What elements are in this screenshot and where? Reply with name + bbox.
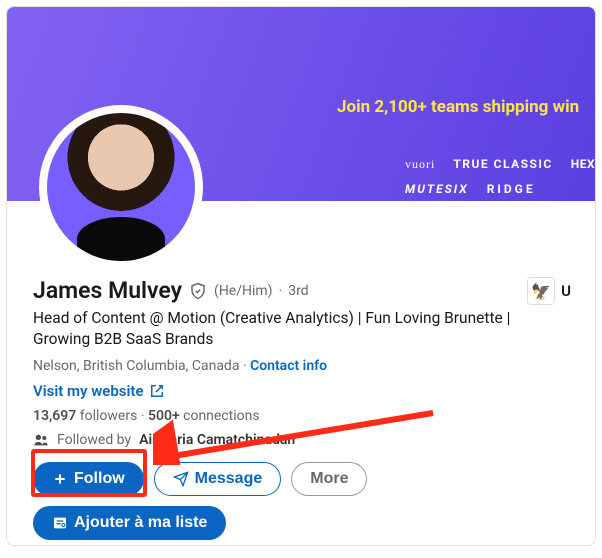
profile-card: Join 2,100+ teams shipping win vuori TRU… <box>6 6 596 546</box>
brand-true-classic: TRUE CLASSIC <box>453 157 552 172</box>
website-row[interactable]: Visit my website <box>33 382 569 400</box>
followed-by-name[interactable]: Aiswaria Camatchinadan <box>139 432 295 448</box>
stats-row: 13,697 followers · 500+ connections <box>33 408 569 424</box>
people-icon <box>33 432 49 448</box>
connections-count[interactable]: 500+ <box>148 408 180 424</box>
verified-shield-icon[interactable] <box>188 281 208 301</box>
banner-headline: Join 2,100+ teams shipping win <box>337 97 595 117</box>
company-logo-icon: 🦅 <box>527 277 555 305</box>
add-to-list-label: Ajouter à ma liste <box>74 514 207 532</box>
message-button[interactable]: Message <box>154 462 282 496</box>
separator-dot: · <box>243 358 250 374</box>
list-add-icon <box>52 515 68 531</box>
location-text: Nelson, British Columbia, Canada <box>33 358 239 374</box>
connection-degree: 3rd <box>288 283 308 299</box>
brand-ridge: RIDGE <box>487 182 536 196</box>
current-company[interactable]: 🦅 U <box>527 277 571 305</box>
follow-button-label: Follow <box>74 470 125 488</box>
message-button-label: Message <box>195 470 263 488</box>
brand-vuori: vuori <box>405 157 435 172</box>
external-link-icon <box>150 384 164 398</box>
primary-actions-row: Follow Message More <box>33 462 569 496</box>
secondary-actions-row: Ajouter à ma liste <box>33 506 569 540</box>
followers-label[interactable]: followers <box>80 408 138 424</box>
name-row: James Mulvey (He/Him) · 3rd <box>33 277 569 304</box>
separator-dot: · <box>279 283 283 299</box>
pronouns: (He/Him) <box>214 283 273 299</box>
add-to-list-button[interactable]: Ajouter à ma liste <box>33 506 226 540</box>
more-button[interactable]: More <box>291 462 367 496</box>
brand-hexclad: HEXCLAD <box>571 157 595 172</box>
plus-icon <box>52 471 68 487</box>
company-name-initial: U <box>561 282 571 300</box>
location-row: Nelson, British Columbia, Canada · Conta… <box>33 358 569 374</box>
followed-by-row[interactable]: Followed by Aiswaria Camatchinadan <box>33 432 569 448</box>
visit-website-link[interactable]: Visit my website <box>33 382 144 400</box>
banner-brand-logos: vuori TRUE CLASSIC HEXCLAD MUTESIX RIDGE <box>405 157 595 196</box>
brand-mutesix: MUTESIX <box>405 182 469 196</box>
connections-label[interactable]: connections <box>183 408 259 424</box>
send-icon <box>173 471 189 487</box>
follow-button[interactable]: Follow <box>33 462 144 496</box>
followed-by-prefix: Followed by <box>57 432 131 448</box>
separator-dot: · <box>141 408 148 424</box>
contact-info-link[interactable]: Contact info <box>250 358 327 374</box>
profile-headline: Head of Content @ Motion (Creative Analy… <box>33 308 553 350</box>
more-button-label: More <box>310 470 348 488</box>
profile-name[interactable]: James Mulvey <box>33 277 182 304</box>
profile-content: James Mulvey (He/Him) · 3rd Head of Cont… <box>7 201 595 540</box>
followers-count[interactable]: 13,697 <box>33 408 76 424</box>
